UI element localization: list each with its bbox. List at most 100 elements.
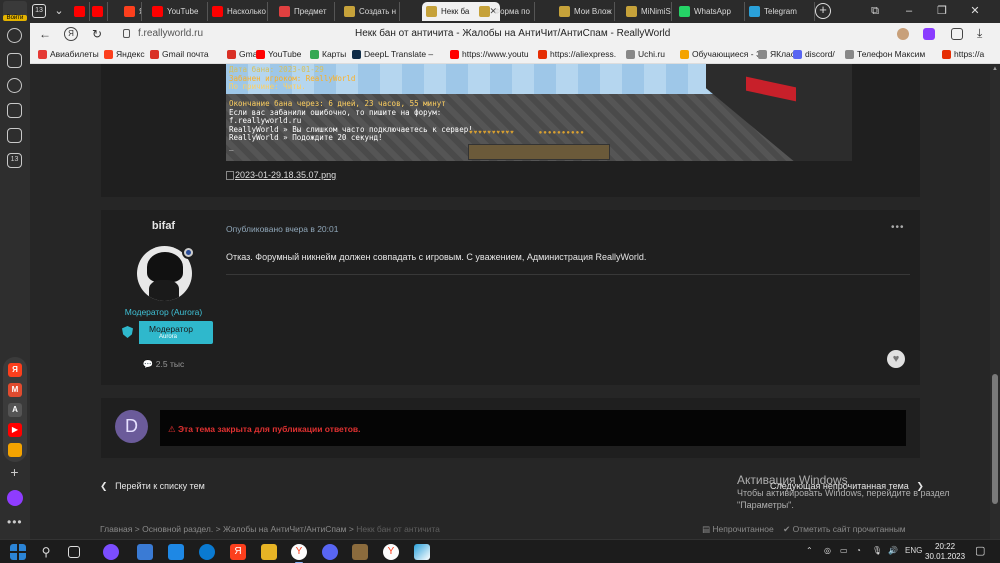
clock[interactable]: 20:22 30.01.2023 xyxy=(925,542,965,562)
bookmark-item[interactable]: Карты xyxy=(310,49,346,59)
post-timestamp[interactable]: Опубликовано вчера в 20:01 xyxy=(226,224,338,234)
minecraft-icon[interactable] xyxy=(352,544,368,560)
tab-4[interactable]: Насколько xyxy=(208,2,268,21)
game-screenshot-image[interactable]: Дата бана: 2023-01-29 Забанен игроком: Re… xyxy=(226,64,852,161)
discord-icon[interactable] xyxy=(322,544,338,560)
tab-12[interactable]: Telegram xyxy=(745,2,815,21)
volume-icon[interactable]: 🔊 xyxy=(888,546,898,555)
bookmark-item[interactable]: https://a xyxy=(942,49,984,59)
mic-icon[interactable]: 🎙 xyxy=(872,546,882,555)
scroll-up-icon[interactable]: ▲ xyxy=(992,66,998,72)
tab-3[interactable]: YouTube xyxy=(148,2,208,21)
collections-icon[interactable] xyxy=(7,53,22,68)
bookmark-item[interactable]: https://aliexpress. xyxy=(538,49,616,59)
bookmark-item[interactable]: DeepL Translate – xyxy=(352,49,433,59)
breadcrumb-forum[interactable]: Жалобы на АнтиЧит/АнтиСпам xyxy=(223,524,347,534)
url-field[interactable]: f.reallyworld.ru xyxy=(138,28,203,39)
youtube-app-icon[interactable]: ▶ xyxy=(8,423,22,437)
tab-counter-icon[interactable]: 13 xyxy=(7,153,22,168)
yandex-app-icon[interactable]: Я xyxy=(8,363,22,377)
author-name[interactable]: bifaf xyxy=(101,220,226,232)
download-icon[interactable]: ⤓ xyxy=(977,27,989,40)
bookmark-favicon-icon xyxy=(758,50,767,59)
yandex-icon[interactable]: Я xyxy=(64,27,78,41)
minimize-icon[interactable]: – xyxy=(902,4,916,18)
notifications-icon[interactable] xyxy=(7,103,22,118)
gmail-app-icon[interactable]: M xyxy=(8,383,22,397)
sidebar-more-icon[interactable]: ••• xyxy=(7,515,23,529)
yandex-taskbar-icon[interactable]: Я xyxy=(230,544,246,560)
role-plate: Модератор Aurora xyxy=(117,321,213,344)
app-icon[interactable] xyxy=(414,544,430,560)
tab-5[interactable]: Предмет xyxy=(275,2,335,21)
alice-taskbar-icon[interactable] xyxy=(103,544,119,560)
search-icon[interactable]: ⚲ xyxy=(38,544,54,560)
broken-image-icon xyxy=(226,171,234,181)
bookmark-item[interactable]: Обучающиеся - Э xyxy=(680,49,762,59)
tab-8[interactable]: Форма по xyxy=(475,2,535,21)
tray-chat-icon[interactable]: ▭ xyxy=(840,546,848,555)
task-view-icon[interactable] xyxy=(68,546,80,558)
mark-read-link[interactable]: Отметить сайт прочитанным xyxy=(793,524,906,534)
tab-count-badge[interactable]: 13 xyxy=(32,4,46,18)
page-scrollbar[interactable]: ▲ xyxy=(990,64,1000,539)
breadcrumb-home[interactable]: Главная xyxy=(100,524,132,534)
tab-manager-icon[interactable]: ⧉ xyxy=(868,4,882,18)
bookmark-item[interactable]: Авиабилеты xyxy=(38,49,99,59)
tab-0[interactable] xyxy=(70,2,90,21)
chevron-down-icon[interactable]: ⌄ xyxy=(52,4,66,18)
bookmark-item[interactable]: Uchi.ru xyxy=(626,49,665,59)
breadcrumb-section[interactable]: Основной раздел. xyxy=(142,524,213,534)
yandex-browser-2-icon[interactable]: Y xyxy=(383,544,399,560)
tab-1[interactable] xyxy=(88,2,108,21)
downloads-icon[interactable] xyxy=(7,128,22,143)
translate-app-icon[interactable]: A xyxy=(8,403,22,417)
back-icon[interactable]: ← xyxy=(38,27,52,41)
tab-6[interactable]: Создать н xyxy=(340,2,400,21)
bookmark-item[interactable]: Яндекс xyxy=(104,49,145,59)
notifications-icon[interactable]: ▢ xyxy=(975,544,985,557)
user-avatar[interactable]: D xyxy=(115,410,148,443)
edge-icon[interactable] xyxy=(199,544,215,560)
maximize-icon[interactable]: ❐ xyxy=(935,4,949,18)
mail-app-icon[interactable] xyxy=(8,443,22,457)
scrollbar-thumb[interactable] xyxy=(992,374,998,504)
history-icon[interactable] xyxy=(7,28,22,43)
tab-2[interactable]: Я xyxy=(120,2,142,21)
close-window-icon[interactable]: ✕ xyxy=(968,4,982,18)
back-to-topics-link[interactable]: ❮ Перейти к списку тем xyxy=(100,481,205,492)
login-button[interactable]: Войти xyxy=(3,1,27,21)
bookmark-item[interactable]: discord/ xyxy=(793,49,835,59)
start-icon[interactable] xyxy=(10,544,26,560)
store-icon[interactable] xyxy=(137,544,153,560)
tray-people-icon[interactable]: ◎ xyxy=(824,546,831,555)
bookmark-item[interactable]: https://www.youtu xyxy=(450,49,529,59)
tab-10[interactable]: MiNimiSh xyxy=(622,2,672,21)
alice-extension-icon[interactable] xyxy=(923,28,935,40)
tab-9[interactable]: Мои Влож xyxy=(555,2,615,21)
network-icon[interactable]: ◔ xyxy=(856,546,861,555)
mail-icon[interactable] xyxy=(168,544,184,560)
add-app-icon[interactable]: + xyxy=(7,465,22,480)
reload-icon[interactable]: ↻ xyxy=(90,27,104,41)
alice-assistant-icon[interactable] xyxy=(7,490,23,506)
like-heart-button[interactable]: ♥ xyxy=(887,350,905,368)
bookmark-item[interactable]: Gmail почта xyxy=(150,49,209,59)
tab-label: Предмет xyxy=(294,7,327,16)
unread-link[interactable]: Непрочитанное xyxy=(712,524,773,534)
image-attachment-link[interactable]: 2023-01-29.18.35.07.png xyxy=(226,170,336,181)
tray-chevron-icon[interactable]: ⌃ xyxy=(806,546,813,555)
tab-11[interactable]: WhatsApp xyxy=(675,2,745,21)
bookmark-item[interactable]: Телефон Максим xyxy=(845,49,925,59)
rank-badge-icon xyxy=(182,246,195,259)
bookmark-favicon-icon xyxy=(538,50,547,59)
more-options-icon[interactable]: ••• xyxy=(891,222,905,233)
language-indicator[interactable]: ENG xyxy=(905,546,922,555)
share-icon[interactable] xyxy=(951,28,963,40)
new-tab-button[interactable]: + xyxy=(815,3,831,19)
extension-icon[interactable] xyxy=(897,28,909,40)
explorer-icon[interactable] xyxy=(261,544,277,560)
yandex-browser-icon[interactable]: Y xyxy=(291,544,307,563)
alice-chat-icon[interactable] xyxy=(7,78,22,93)
bookmark-item[interactable]: YouTube xyxy=(256,49,301,59)
